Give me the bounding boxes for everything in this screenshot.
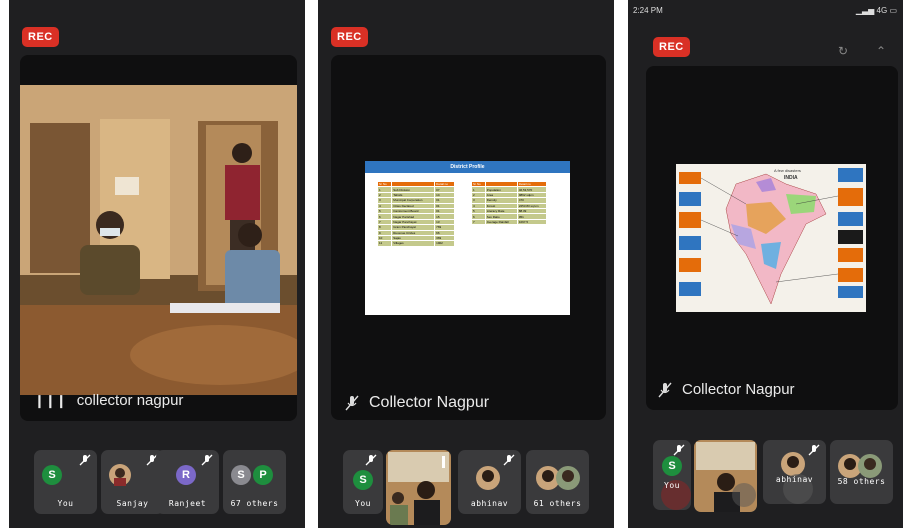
- status-time: 2:24 PM: [633, 6, 663, 15]
- cell: 11: [376, 240, 393, 247]
- avatar: S: [42, 465, 62, 485]
- mic-off-icon: [673, 444, 685, 456]
- screen-3: 2:24 PM ▁▃▅ 4G ▭ REC ↻ ⌃ A few disasters…: [628, 0, 903, 528]
- screen-2: REC District Profile Sr No Detail no 1 Sub…: [318, 0, 614, 528]
- map-title: A few disasters: [774, 168, 801, 173]
- thumb-video[interactable]: [694, 440, 757, 512]
- rec-badge: REC: [653, 37, 690, 57]
- thumb-label: Sanjay: [116, 499, 149, 508]
- audio-output-icon[interactable]: ⌃: [876, 44, 886, 58]
- speaker-name-bar: Collector Nagpur: [345, 394, 489, 412]
- thumb-label: abhinav: [470, 499, 509, 508]
- thumb-label: 58 others: [837, 477, 886, 486]
- thumb-participant[interactable]: R Ranjeet: [156, 450, 219, 514]
- thumb-you[interactable]: S You: [343, 450, 383, 514]
- thumb-you[interactable]: S You: [653, 440, 691, 510]
- speaker-name-bar: ❙❙❙ collector nagpur: [34, 392, 183, 409]
- district-table-left: Sr No Detail no 1 Sub Division 07 2 Tahsils 1…: [376, 180, 455, 247]
- mic-off-icon: [345, 395, 359, 411]
- presentation-slide: District Profile Sr No Detail no 1 Sub Div…: [365, 161, 570, 315]
- mic-off-icon: [201, 454, 213, 466]
- audio-level-icon: ❙❙❙: [34, 392, 67, 408]
- cell: 1097.5: [516, 218, 548, 226]
- signal-icon: ▁▃▅: [855, 6, 875, 15]
- avatar: S: [231, 465, 251, 485]
- main-video-tile[interactable]: ❙❙❙ collector nagpur: [20, 55, 297, 421]
- switch-camera-icon[interactable]: ↻: [838, 44, 848, 58]
- participant-video: [694, 440, 757, 512]
- pin-indicator-icon: [442, 456, 445, 468]
- status-icons: ▁▃▅ 4G ▭: [856, 6, 897, 15]
- speaker-name: Collector Nagpur: [369, 394, 490, 411]
- avatar: P: [253, 465, 273, 485]
- avatar: R: [176, 465, 196, 485]
- thumb-label: Ranjeet: [168, 499, 207, 508]
- speaker-name: Collector Nagpur: [682, 381, 795, 398]
- main-video-tile[interactable]: District Profile Sr No Detail no 1 Sub Div…: [331, 55, 606, 420]
- mic-off-icon: [658, 382, 672, 397]
- mic-off-icon: [808, 444, 820, 456]
- thumb-participant[interactable]: abhinav: [458, 450, 521, 514]
- avatar: [109, 464, 131, 486]
- thumb-label: abhinav: [775, 475, 814, 484]
- speaker-name-bar: Collector Nagpur: [658, 381, 795, 398]
- avatar: [476, 466, 500, 490]
- mic-off-icon: [503, 454, 515, 466]
- thumb-label: You: [355, 499, 371, 508]
- avatar: [858, 454, 882, 478]
- avatar: S: [353, 470, 373, 490]
- thumb-participant[interactable]: Sanjay: [101, 450, 164, 514]
- avatar: S: [662, 456, 682, 476]
- thumb-label: You: [57, 499, 74, 508]
- battery-icon: ▭: [889, 6, 897, 15]
- map-subtitle: INDIA: [784, 175, 798, 181]
- conference-room-video: [20, 85, 297, 395]
- avatar: [556, 466, 580, 490]
- thumb-participant[interactable]: abhinav: [763, 440, 826, 504]
- india-disaster-map: [679, 168, 863, 305]
- network-type: 4G: [876, 6, 888, 15]
- cell: 1902: [434, 240, 455, 247]
- slide-title: District Profile: [365, 161, 570, 173]
- thumb-label: 67 others: [230, 499, 279, 508]
- thumb-video[interactable]: [386, 450, 451, 525]
- thumb-label: 61 others: [533, 499, 582, 508]
- shared-map-slide: A few disasters INDIA: [676, 164, 866, 312]
- thumb-others[interactable]: 58 others: [830, 440, 893, 504]
- mic-off-icon: [365, 454, 377, 466]
- mic-off-icon: [79, 454, 91, 466]
- thumb-label: You: [664, 481, 680, 490]
- main-video-tile[interactable]: A few disasters INDIA Collector Nagpur: [646, 66, 898, 410]
- cell: 7: [471, 218, 486, 226]
- avatar: [781, 452, 805, 476]
- screen-1: REC ❙❙❙ collector nagpur S You Sanjay R …: [9, 0, 305, 528]
- thumb-others[interactable]: 61 others: [526, 450, 589, 514]
- cell: Villages: [391, 240, 436, 247]
- rec-badge: REC: [22, 27, 59, 47]
- thumb-you[interactable]: S You: [34, 450, 97, 514]
- rec-badge: REC: [331, 27, 368, 47]
- speaker-name: collector nagpur: [76, 392, 184, 409]
- cell: Average Rainfall: [484, 218, 518, 226]
- district-table-right: Sr No Detail no 1 Population 46,53,570 2 Are…: [471, 180, 548, 226]
- thumb-others[interactable]: S P 67 others: [223, 450, 286, 514]
